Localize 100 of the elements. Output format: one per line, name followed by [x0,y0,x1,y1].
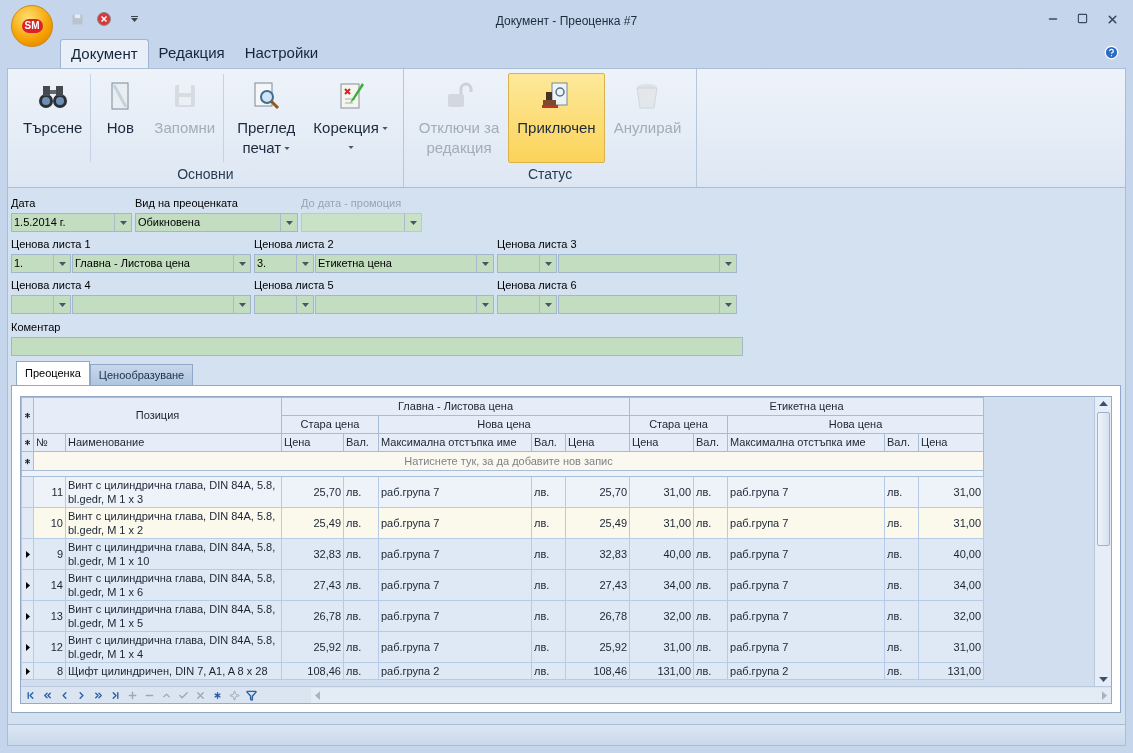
table-cell: 26,78 [565,600,630,632]
table-row[interactable]: 13 Винт с цилиндрична глава, DIN 84A, 5.8, bl.gedr, M 1 x 5 26,78 лв. раб.група 7 лв. 26,78 32,00 лв. раб.група 7 лв. 32,00 [21,600,984,632]
ribbon-button[interactable]: Приключен [508,73,605,163]
table-cell: раб.група 7 [378,600,532,632]
ribbon-button[interactable]: Корекция [304,73,397,163]
close-icon[interactable] [1106,12,1119,26]
table-cell: 10 [33,507,66,539]
add-record-icon[interactable] [127,689,138,701]
combo-box[interactable] [254,295,314,314]
table-cell: лв. [693,600,728,632]
combo-box[interactable] [497,254,557,273]
sparkle-icon[interactable] [229,689,240,701]
table-cell: лв. [531,662,566,680]
help-icon[interactable] [1104,45,1119,60]
table-cell: 31,00 [918,476,984,508]
table-cell: раб.група 7 [727,507,885,539]
maximize-icon[interactable] [1077,12,1088,24]
table-cell: раб.група 7 [378,476,532,508]
dropdown-arrow-icon [724,261,732,266]
save-icon[interactable] [72,13,83,25]
tab[interactable]: Преоценка [16,361,90,385]
combo-box[interactable]: Обикновена [135,213,298,232]
ribbon-tab[interactable]: Настройки [234,39,329,68]
dropdown-arrow-icon [238,302,246,307]
new-row-hint[interactable]: Натиснете тук, за да добавите нов запис [404,454,613,467]
table-cell: 27,43 [281,569,344,601]
close-circle-icon[interactable] [97,12,111,26]
asterisk-icon [23,411,32,420]
table-cell: лв. [884,569,919,601]
table-cell: лв. [884,507,919,539]
table-cell: 31,00 [629,631,694,663]
table-cell: лв. [343,538,379,570]
combo-box[interactable]: 3. [254,254,314,273]
table-cell: раб.група 2 [378,662,532,680]
table-row[interactable]: 10 Винт с цилиндрична глава, DIN 84A, 5.8, bl.gedr, M 1 x 2 25,49 лв. раб.група 7 лв. 25,49 31,00 лв. раб.група 7 лв. 31,00 [21,507,984,539]
asterisk-icon [23,456,32,466]
field-label: Вид на преоценката [135,196,239,210]
app-logo[interactable]: SM [11,5,53,47]
table-cell: 25,70 [281,476,344,508]
table-cell: 8 [33,662,66,680]
table-cell: 25,70 [565,476,630,508]
field-label: Ценова листа 6 [497,278,578,292]
ribbon-button[interactable]: Нов [95,73,146,163]
table-cell: Винт с цилиндрична глава, DIN 84A, 5.8, bl.gedr, M 1 x 6 [65,569,282,601]
table-cell: 32,00 [918,600,984,632]
field-label: Ценова листа 1 [11,237,92,251]
dropdown-arrow-icon [381,126,388,130]
filter-icon[interactable] [246,689,257,701]
ribbon-tab[interactable]: Документ [60,39,149,68]
table-cell: лв. [343,662,379,680]
asterisk-icon[interactable] [212,689,223,701]
table-row[interactable]: 9 Винт с цилиндрична глава, DIN 84A, 5.8, bl.gedr, M 1 x 10 32,83 лв. раб.група 7 лв. 32,83 40,00 лв. раб.група 7 лв. 40,00 [21,538,984,570]
table-cell: Щифт цилиндричен, DIN 7, A1, A 8 x 28 [65,662,282,680]
dropdown-arrow-icon [724,302,732,307]
ribbon-button[interactable]: Преглед печат [228,73,305,163]
dropdown-arrow-icon [238,261,246,266]
combo-box[interactable] [11,295,71,314]
comment-field[interactable] [11,337,743,356]
table-cell: лв. [693,631,728,663]
table-row[interactable]: 11 Винт с цилиндрична глава, DIN 84A, 5.8, bl.gedr, M 1 x 3 25,70 лв. раб.група 7 лв. 25,70 31,00 лв. раб.група 7 лв. 31,00 [21,476,984,508]
table-cell: раб.група 7 [727,631,885,663]
table-cell: 9 [33,538,66,570]
table-cell: лв. [693,569,728,601]
combo-box[interactable] [315,295,494,314]
first-record-icon[interactable] [25,689,36,701]
combo-box[interactable]: 1. [11,254,71,273]
combo-box[interactable] [558,254,737,273]
save-record-icon[interactable] [178,689,189,701]
table-cell: лв. [693,507,728,539]
table-cell: лв. [343,476,379,508]
table-cell: лв. [884,538,919,570]
combo-box[interactable] [497,295,557,314]
cancel-record-icon[interactable] [195,689,206,701]
asterisk-icon [23,438,32,447]
tab[interactable]: Ценообразуване [89,364,194,385]
table-row[interactable]: 12 Винт с цилиндрична глава, DIN 84A, 5.8, bl.gedr, M 1 x 4 25,92 лв. раб.група 7 лв. 25,92 31,00 лв. раб.група 7 лв. 31,00 [21,631,984,663]
combo-box[interactable] [72,295,251,314]
table-cell: лв. [531,476,566,508]
table-cell: 14 [33,569,66,601]
field-label: Дата [11,196,37,210]
horizontal-scrollbar[interactable] [311,687,1111,703]
table-cell: раб.група 7 [378,507,532,539]
combo-box[interactable] [558,295,737,314]
ribbon-tab[interactable]: Редакция [148,39,235,68]
vertical-scrollbar[interactable] [1094,397,1111,686]
last-record-icon[interactable] [110,689,121,701]
customize-menu-icon[interactable] [131,16,138,22]
combo-box[interactable]: Етикетна цена [315,254,494,273]
table-cell: раб.група 7 [378,569,532,601]
table-cell: 31,00 [918,507,984,539]
table-cell: 32,00 [629,600,694,632]
ribbon-button[interactable]: Търсене [14,73,92,163]
table-cell: лв. [693,538,728,570]
field-label: Ценова листа 5 [254,278,335,292]
field-label: Ценова листа 3 [497,237,578,251]
combo-box[interactable]: Главна - Листова цена [72,254,251,273]
combo-box[interactable]: 1.5.2014 г. [11,213,132,232]
table-row[interactable]: 14 Винт с цилиндрична глава, DIN 84A, 5.8, bl.gedr, M 1 x 6 27,43 лв. раб.група 7 лв. 27,43 34,00 лв. раб.група 7 лв. 34,00 [21,569,984,601]
dropdown-arrow-icon [284,146,291,150]
next-record-icon[interactable] [76,689,87,701]
